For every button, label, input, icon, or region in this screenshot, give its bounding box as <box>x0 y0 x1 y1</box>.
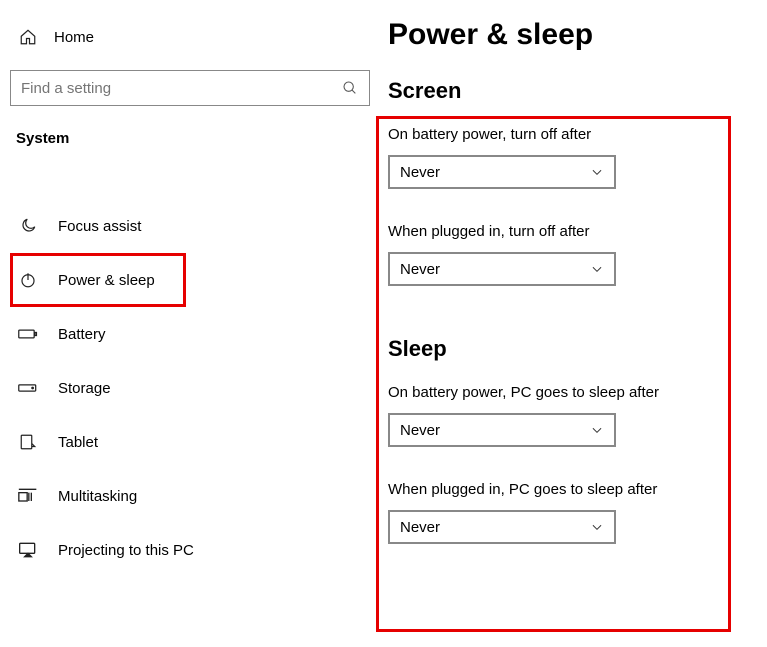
sidebar-item-multitasking[interactable]: Multitasking <box>10 469 370 523</box>
screen-battery-select[interactable]: Never <box>388 155 616 189</box>
sleep-plugged-select[interactable]: Never <box>388 510 616 544</box>
chevron-down-icon <box>590 262 604 276</box>
sleep-battery-label: On battery power, PC goes to sleep after <box>388 384 767 401</box>
chevron-down-icon <box>590 520 604 534</box>
main-panel: Power & sleep Screen On battery power, t… <box>380 0 767 647</box>
sidebar-item-focus-assist[interactable]: Focus assist <box>10 199 370 253</box>
search-input[interactable] <box>21 80 341 97</box>
chevron-down-icon <box>590 423 604 437</box>
sidebar-item-battery[interactable]: Battery <box>10 307 370 361</box>
storage-icon <box>16 379 40 397</box>
sidebar-item-storage[interactable]: Storage <box>10 361 370 415</box>
sidebar-item-power-sleep[interactable]: Power & sleep <box>10 253 186 307</box>
screen-plugged-select[interactable]: Never <box>388 252 616 286</box>
screen-battery-label: On battery power, turn off after <box>388 126 767 143</box>
sidebar-item-label: Power & sleep <box>58 272 155 289</box>
sidebar-nav: Focus assist Power & sleep Battery Stora… <box>10 165 370 577</box>
screen-plugged-label: When plugged in, turn off after <box>388 223 767 240</box>
chevron-down-icon <box>590 165 604 179</box>
select-value: Never <box>400 164 440 181</box>
battery-icon <box>16 325 40 343</box>
search-icon <box>341 80 359 96</box>
sidebar-item-label: Focus assist <box>58 218 141 235</box>
tablet-icon <box>16 433 40 451</box>
sidebar-item-label: Projecting to this PC <box>58 542 194 559</box>
home-label: Home <box>54 29 94 46</box>
screen-group-title: Screen <box>388 78 767 104</box>
home-icon <box>16 28 40 46</box>
page-title: Power & sleep <box>388 18 767 52</box>
sidebar-item-label: Tablet <box>58 434 98 451</box>
select-value: Never <box>400 519 440 536</box>
sidebar-item-tablet[interactable]: Tablet <box>10 415 370 469</box>
sleep-battery-select[interactable]: Never <box>388 413 616 447</box>
select-value: Never <box>400 422 440 439</box>
multitasking-icon <box>16 487 40 505</box>
select-value: Never <box>400 261 440 278</box>
sidebar: Home System Focus assist Power & sleep B… <box>0 0 380 647</box>
sidebar-item-label: Battery <box>58 326 106 343</box>
sleep-group-title: Sleep <box>388 336 767 362</box>
home-button[interactable]: Home <box>10 18 370 56</box>
sidebar-section-title: System <box>10 124 370 165</box>
search-input-wrap[interactable] <box>10 70 370 106</box>
power-icon <box>16 271 40 289</box>
sleep-plugged-label: When plugged in, PC goes to sleep after <box>388 481 767 498</box>
sidebar-item-label: Multitasking <box>58 488 137 505</box>
projecting-icon <box>16 541 40 559</box>
sidebar-item-projecting[interactable]: Projecting to this PC <box>10 523 370 577</box>
highlight-annotation <box>376 116 731 632</box>
moon-icon <box>16 217 40 235</box>
sidebar-item-label: Storage <box>58 380 111 397</box>
